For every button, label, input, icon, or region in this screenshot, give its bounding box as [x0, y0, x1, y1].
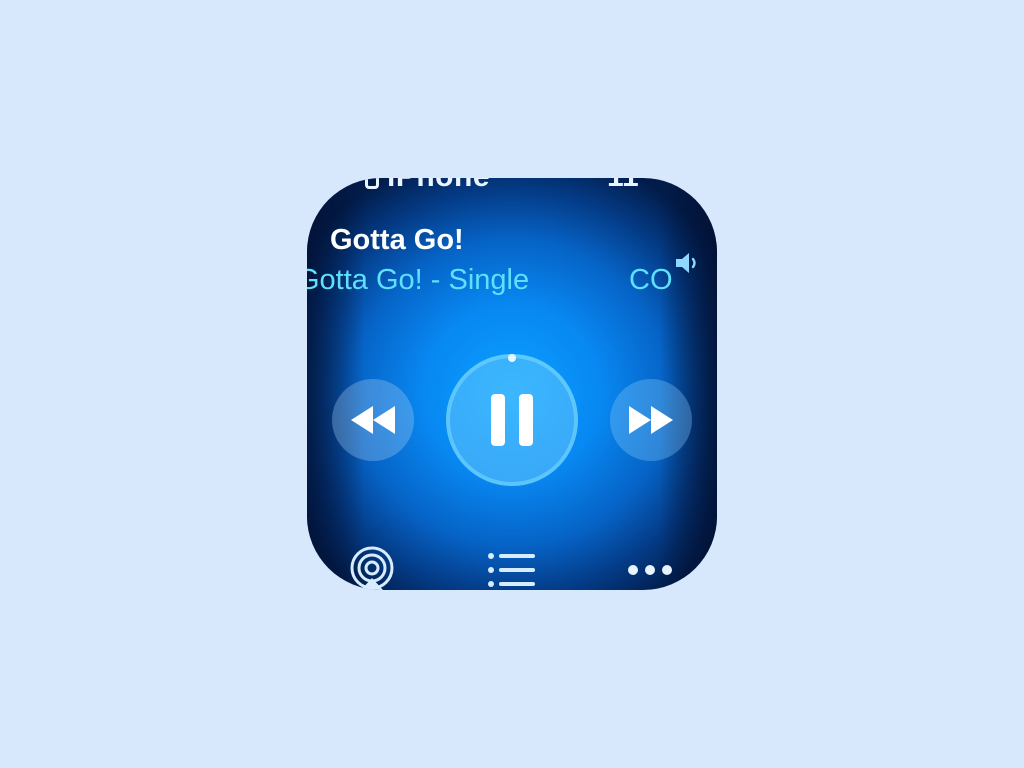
phone-icon	[365, 178, 379, 190]
device-label: iPhone	[365, 178, 490, 194]
pause-button[interactable]	[446, 354, 578, 486]
now-playing-screen: iPhone 11 Gotta Go! Gotta Go! - Single C…	[307, 178, 717, 590]
fast-forward-button[interactable]	[610, 379, 692, 461]
rewind-icon	[351, 406, 395, 434]
artist-name: CO	[629, 264, 673, 296]
album-name: Gotta Go! - Single	[307, 264, 530, 296]
status-time: 11	[607, 178, 639, 194]
pause-icon	[491, 394, 533, 446]
track-subtitle-marquee: Gotta Go! - Single CO	[307, 264, 687, 304]
speaker-icon[interactable]	[673, 248, 703, 278]
airplay-icon[interactable]	[347, 546, 397, 590]
rewind-button[interactable]	[332, 379, 414, 461]
device-label-text: iPhone	[387, 178, 490, 193]
progress-indicator-dot	[508, 354, 516, 362]
track-title: Gotta Go!	[330, 224, 464, 256]
list-icon[interactable]	[485, 550, 539, 590]
stage: iPhone 11 Gotta Go! Gotta Go! - Single C…	[0, 0, 1024, 768]
ellipsis-icon[interactable]	[625, 562, 675, 578]
fast-forward-icon	[629, 406, 673, 434]
